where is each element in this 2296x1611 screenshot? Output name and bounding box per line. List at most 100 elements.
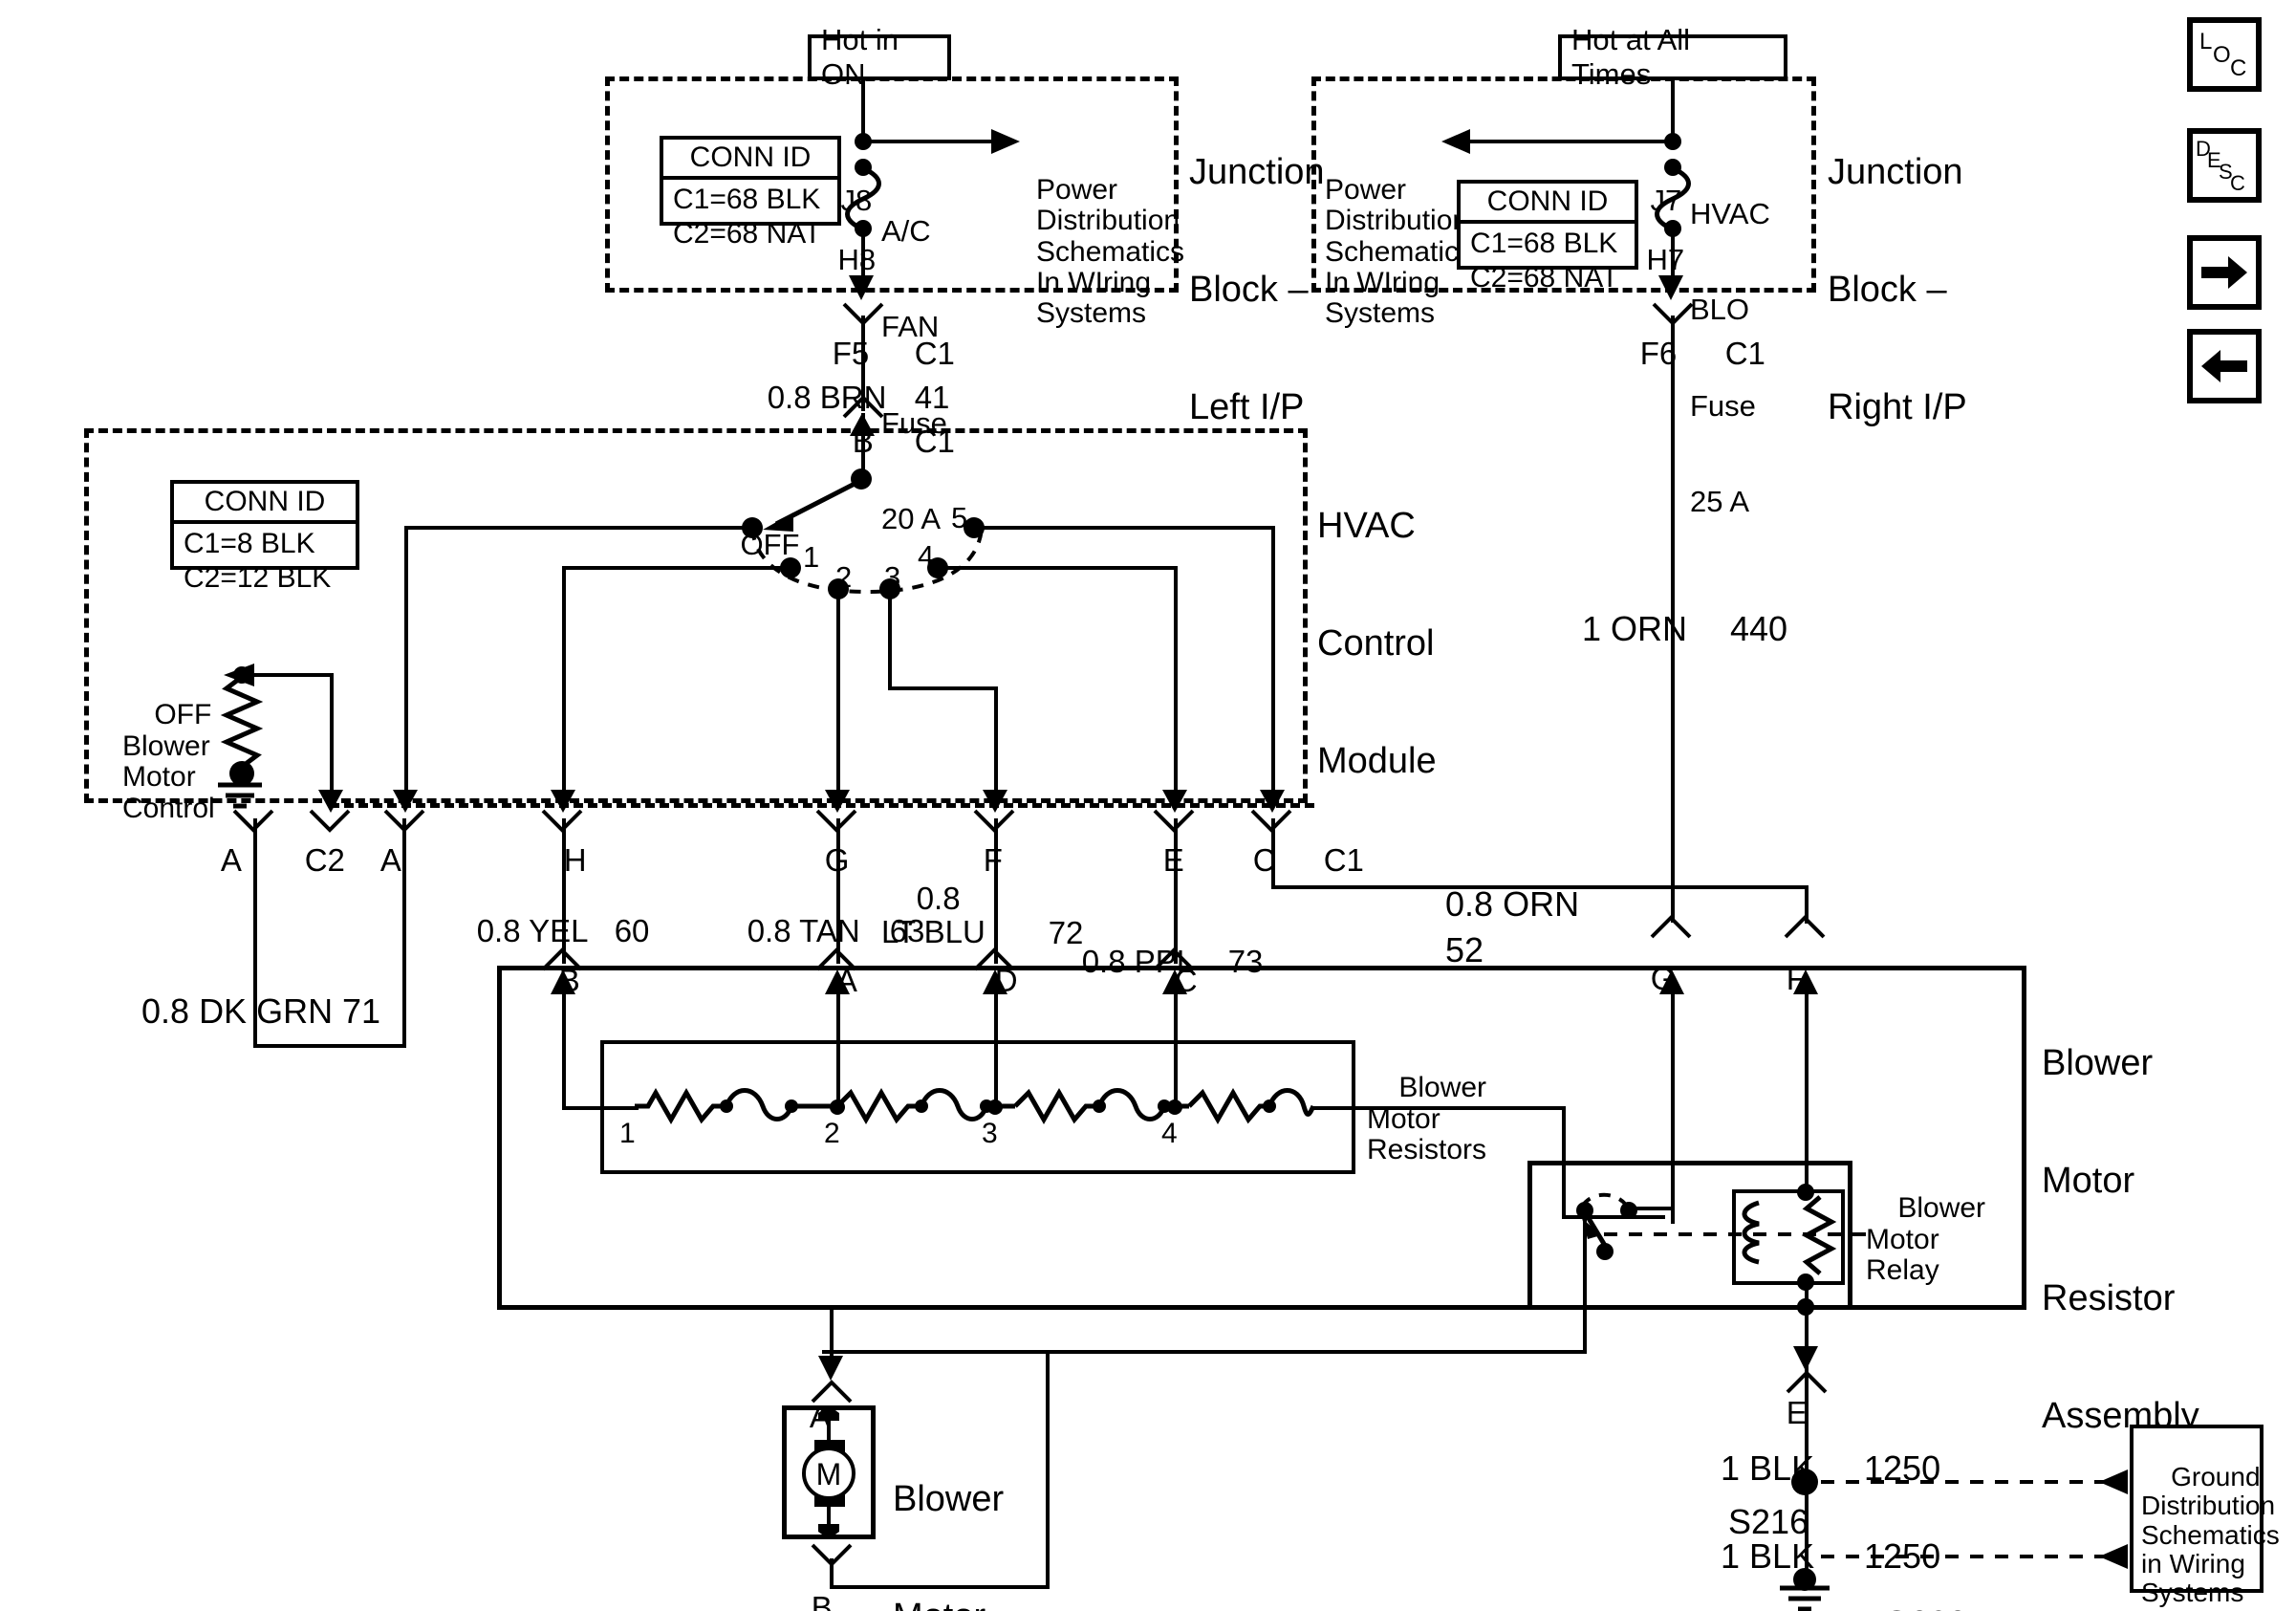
blower-motor-feed-wire	[830, 1306, 834, 1363]
desc-button[interactable]: D E S C	[2187, 128, 2262, 203]
jb-right-fuse-name-1: HVAC	[1690, 196, 1770, 230]
conn-id-header-hvac: CONN ID	[174, 484, 356, 524]
switch-off-run-v	[404, 526, 408, 801]
blower-motor-return-h	[830, 1585, 1050, 1589]
hvac-title-3: Module	[1317, 741, 1437, 782]
jb-right-reference-arrow-line	[1468, 140, 1671, 143]
switch-3-run-v1	[888, 587, 892, 690]
switch-off-run-h	[404, 526, 750, 530]
jb-left-reference-arrow-line	[863, 140, 997, 143]
jb-right-reference-arrowhead	[1441, 129, 1470, 154]
junction-block-right-conn-id: CONN ID C1=68 BLK C2=68 NAT	[1457, 180, 1638, 294]
resistor-tap-dot-3	[987, 1099, 1003, 1115]
desc-icon: D E S C	[2196, 137, 2245, 195]
relay-no-link-h	[1627, 1207, 1675, 1210]
connector-c1-group-label: C1	[1289, 809, 1364, 911]
jb-left-title-3: Left I/P	[1189, 387, 1305, 428]
switch-3-run-v2	[994, 686, 998, 801]
orn-52-circuit-text: 52	[1445, 929, 1484, 969]
next-button[interactable]	[2187, 235, 2262, 310]
switch-label-5: 5	[951, 502, 967, 533]
blower-motor-m-letter: M	[816, 1457, 842, 1491]
conn-id-row1-right: C1=68 BLK	[1470, 228, 1618, 259]
jb-left-fuse-name-1: A/C	[881, 213, 931, 248]
jb-left-h8: H8	[837, 243, 877, 277]
previous-button[interactable]	[2187, 329, 2262, 403]
f-text: F	[983, 841, 1003, 878]
jb-right-feed-wire-top	[1671, 80, 1675, 140]
tap-3-text: 3	[982, 1118, 998, 1149]
conn-id-row1-hvac: C1=8 BLK	[184, 528, 315, 559]
hvac-module-conn-id: CONN ID C1=8 BLK C2=12 BLK	[170, 480, 359, 594]
hot-at-all-times-label: Hot at All Times	[1558, 23, 1787, 91]
resistor-tap-label-3: 3	[982, 1118, 998, 1149]
c1-text-right: C1	[1724, 335, 1765, 371]
tap-1-text: 1	[619, 1118, 636, 1149]
blower-motor-title-2: Motor	[893, 1598, 1004, 1611]
jb-left-reference-note: Power Distribution Schematics In WIring …	[1036, 113, 1184, 392]
resistor-tap-dot-2	[830, 1099, 845, 1115]
blower-motor-control-text: OFF Blower Motor Control	[122, 699, 215, 824]
tap-4-text: 4	[1161, 1118, 1178, 1149]
jb-right-title-2: Block –	[1828, 270, 1947, 311]
hot-in-on-label: Hot in ON	[808, 23, 951, 91]
orn-440-circuit-text: 440	[1730, 608, 1788, 648]
assembly-title-1: Blower	[2042, 1043, 2154, 1084]
jb-right-fuse-rating: 25 A	[1690, 485, 1750, 519]
resistor-chain-symbol	[635, 1087, 1316, 1125]
ground-reference-note-text: Ground Distribution Schematics in Wiring…	[2141, 1462, 2280, 1608]
ground-reference-note: Ground Distribution Schematics in Wiring…	[2141, 1434, 2280, 1611]
switch-label-4: 4	[918, 540, 934, 572]
switch-label-3: 3	[884, 561, 900, 593]
relay-coil-resistor-symbol	[1801, 1195, 1837, 1275]
hvac-title-1: HVAC	[1317, 506, 1416, 547]
loc-button[interactable]: L O C	[2187, 17, 2262, 92]
blower-motor-title: Blower Motor	[893, 1402, 1004, 1611]
blower-motor-return-up	[1046, 1350, 1050, 1589]
blower-motor-terminal-b-label: B	[776, 1557, 833, 1611]
loc-icon: L O C	[2199, 29, 2246, 81]
c2-text: C2	[304, 841, 345, 878]
switch-2-run-v	[836, 587, 840, 801]
switch-label-1: 1	[803, 541, 819, 573]
ground-reference-arrowhead	[2099, 1544, 2128, 1569]
conn-id-row2-right: C2=68 NAT	[1470, 262, 1619, 294]
switch-3-run-h	[888, 686, 998, 690]
wiring-diagram-canvas: L O C D E S C Hot in ON Junction Block –…	[0, 0, 2296, 1611]
orn-440-gauge-color: 1 ORN	[1544, 574, 1687, 686]
resistor-node-1-feed	[562, 975, 566, 1109]
resistor-chain-out-h	[1311, 1106, 1566, 1110]
connector-c1-pin-a	[309, 809, 351, 833]
resistor-tap-dot-4	[1167, 1099, 1182, 1115]
a-c1-text: A	[379, 841, 401, 878]
terminal-f6-label: F6	[1605, 302, 1678, 404]
arrow-right-icon	[2201, 256, 2247, 289]
resistor-tap-label-1: 1	[619, 1118, 636, 1149]
switch-5-run-h	[973, 526, 1275, 530]
assembly-title-2: Motor	[2042, 1161, 2135, 1202]
orn-440-circuit: 440	[1692, 574, 1787, 686]
terminal-a-c2-label: A	[187, 809, 242, 911]
orn-440-gauge-text: 1 ORN	[1582, 608, 1688, 648]
dk-grn-circuit-text: 71	[342, 991, 381, 1031]
switch-4-run-v	[1174, 566, 1178, 801]
switch-pos-5: 5	[951, 501, 968, 534]
jb-right-out-arrowhead	[1658, 275, 1683, 300]
hvac-c1-rail	[330, 803, 1314, 808]
switch-pos-1: 1	[803, 540, 820, 574]
jb-left-title-2: Block –	[1189, 270, 1309, 311]
switch-1-run-h	[562, 566, 790, 570]
splice-s216-reference-dashed	[1821, 1480, 2104, 1484]
jb-right-reference-note-text: Power Distribution Schematics In WIring …	[1325, 173, 1474, 330]
dk-grn-71-gauge-color: 0.8 DK GRN	[103, 956, 333, 1068]
loc-letter-c: C	[2230, 55, 2246, 81]
a-c2-text: A	[220, 841, 242, 878]
resistor-tap-label-2: 2	[824, 1118, 840, 1149]
loc-letter-o: O	[2213, 42, 2231, 68]
jb-right-h7: H7	[1646, 243, 1685, 277]
jb-left-reference-note-text: Power Distribution Schematics In WIring …	[1036, 173, 1185, 330]
assembly-title-3: Resistor	[2042, 1278, 2176, 1319]
jb-right-title-1: Junction	[1828, 152, 1963, 193]
h-text: H	[563, 841, 587, 878]
g202-label: G202	[1845, 1568, 1967, 1611]
